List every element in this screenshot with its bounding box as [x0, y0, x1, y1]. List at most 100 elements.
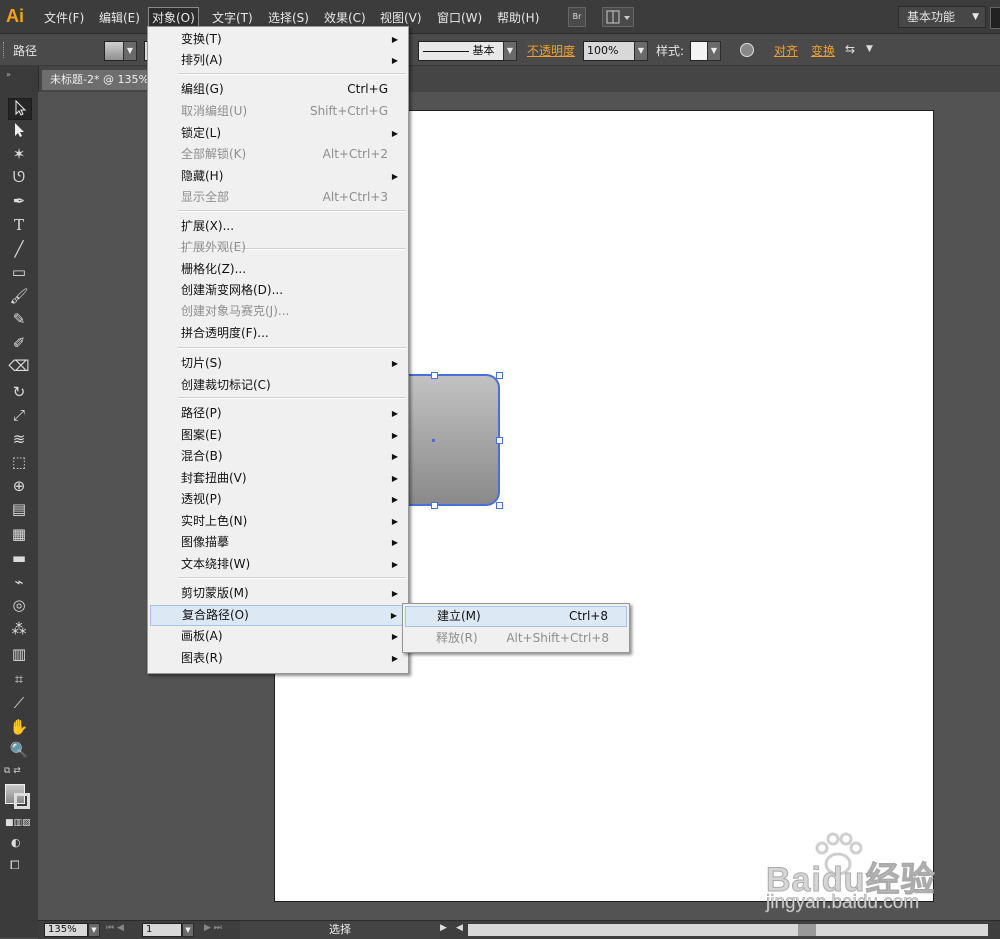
symbol-sprayer-tool-icon[interactable]: ⁂	[8, 619, 30, 639]
horizontal-scrollbar[interactable]	[468, 924, 988, 936]
menu-edit[interactable]: 编辑(E)	[96, 8, 143, 28]
rotate-tool-icon[interactable]: ↻	[8, 382, 30, 402]
object-menu-item[interactable]: 创建对象马赛克(J)...	[150, 301, 406, 322]
width-tool-icon[interactable]: ≋	[8, 429, 30, 449]
line-segment-tool-icon[interactable]: ╱	[8, 239, 30, 259]
magic-wand-tool-icon[interactable]: ✶	[8, 144, 30, 164]
object-menu-item[interactable]: 栅格化(Z)...	[150, 259, 406, 280]
menu-file[interactable]: 文件(F)	[41, 8, 87, 28]
graphic-style-swatch[interactable]	[690, 41, 708, 61]
gradient-tool-icon[interactable]: ▬	[8, 548, 30, 568]
menu-help[interactable]: 帮助(H)	[494, 8, 542, 28]
selection-handle[interactable]	[431, 502, 438, 509]
object-menu-item[interactable]: 切片(S) ▶	[150, 353, 406, 374]
object-menu-item[interactable]: 透视(P) ▶	[150, 489, 406, 510]
object-menu-item[interactable]: 取消编组(U) Shift+Ctrl+G	[150, 101, 406, 122]
type-tool-icon[interactable]: T	[8, 215, 30, 235]
screen-mode-icon[interactable]: ⧠	[10, 858, 20, 873]
object-menu-item[interactable]: 编组(G) Ctrl+G	[150, 79, 406, 100]
artboard-dropdown[interactable]: ▼	[182, 923, 194, 937]
object-menu-item[interactable]: 锁定(L) ▶	[150, 123, 406, 144]
selection-handle[interactable]	[431, 372, 438, 379]
object-menu-item[interactable]: 图像描摹 ▶	[150, 532, 406, 553]
selection-handle[interactable]	[496, 372, 503, 379]
scale-tool-icon[interactable]: ⤢	[8, 405, 30, 425]
mesh-tool-icon[interactable]: ▦	[8, 524, 30, 544]
stroke-color-swatch[interactable]	[14, 793, 30, 809]
selection-handle[interactable]	[496, 437, 503, 444]
color-mode-icons[interactable]: ■▥▨	[5, 818, 31, 828]
status-menu-arrow[interactable]: ▶	[440, 923, 447, 933]
paintbrush-tool-icon[interactable]: 🖌	[8, 286, 30, 306]
object-menu-item[interactable]: 封套扭曲(V) ▶	[150, 468, 406, 489]
graphic-style-dropdown[interactable]: ▼	[707, 41, 721, 61]
object-menu-item[interactable]: 图表(R) ▶	[150, 648, 406, 669]
arrange-documents-icon[interactable]	[602, 7, 634, 27]
isolate-selection-icon[interactable]: ⇆	[845, 42, 861, 58]
artboard-tool-icon[interactable]: ⌗	[8, 669, 30, 689]
stroke-profile-field[interactable]: 基本	[418, 41, 504, 61]
opacity-input[interactable]: 100%	[583, 41, 635, 61]
transform-link[interactable]: 变换	[811, 42, 835, 59]
selection-tool-icon[interactable]	[8, 98, 32, 120]
blob-brush-tool-icon[interactable]: ✐	[8, 333, 30, 353]
object-menu-item[interactable]: 剪切蒙版(M) ▶	[150, 583, 406, 604]
menu-window[interactable]: 窗口(W)	[434, 8, 485, 28]
release-compound-path-item[interactable]: 释放(R) Alt+Shift+Ctrl+8	[405, 628, 627, 649]
shape-builder-tool-icon[interactable]: ⊕	[8, 476, 30, 496]
column-graph-tool-icon[interactable]: ▥	[8, 644, 30, 664]
object-menu-item[interactable]: 拼合透明度(F)...	[150, 323, 406, 344]
direct-selection-tool-icon[interactable]	[8, 121, 30, 141]
horizontal-scrollbar-thumb[interactable]	[798, 924, 816, 936]
object-menu-item[interactable]: 排列(A) ▶	[150, 50, 406, 71]
object-menu-item[interactable]: 画板(A) ▶	[150, 626, 406, 647]
next-artboard-button[interactable]: ▶ ⏭	[204, 923, 222, 933]
perspective-grid-tool-icon[interactable]: ▤	[8, 499, 30, 519]
panel-menu-arrow[interactable]: ▼	[866, 44, 873, 54]
object-menu-item[interactable]: 文本绕排(W) ▶	[150, 554, 406, 575]
collapse-toolbox-icon[interactable]: »	[6, 70, 11, 79]
object-menu-item[interactable]: 创建渐变网格(D)...	[150, 280, 406, 301]
menu-effect[interactable]: 效果(C)	[321, 8, 369, 28]
artboard-number-field[interactable]: 1	[142, 923, 182, 937]
search-box-edge[interactable]	[990, 7, 1000, 29]
blend-tool-icon[interactable]: ◎	[8, 595, 30, 615]
zoom-level-field[interactable]: 135%	[44, 923, 88, 937]
workspace-switcher[interactable]: 基本功能 ▼	[898, 6, 986, 28]
object-menu-item[interactable]: 创建裁切标记(C)	[150, 375, 406, 396]
drawing-mode-icon[interactable]: ◐	[11, 836, 21, 849]
selection-handle[interactable]	[496, 502, 503, 509]
object-menu-item[interactable]: 显示全部 Alt+Ctrl+3	[150, 187, 406, 208]
eraser-tool-icon[interactable]: ⌫	[8, 356, 30, 376]
object-menu-item[interactable]: 混合(B) ▶	[150, 446, 406, 467]
pencil-tool-icon[interactable]: ✎	[8, 309, 30, 329]
align-link[interactable]: 对齐	[774, 42, 798, 59]
menu-type[interactable]: 文字(T)	[209, 8, 256, 28]
stroke-profile-dropdown[interactable]: ▼	[503, 41, 517, 61]
menu-select[interactable]: 选择(S)	[265, 8, 312, 28]
first-artboard-button[interactable]: ⏮ ◀	[106, 923, 124, 933]
object-menu-item[interactable]: 扩展外观(E)	[150, 237, 406, 258]
zoom-dropdown[interactable]: ▼	[88, 923, 100, 937]
make-compound-path-item[interactable]: 建立(M) Ctrl+8	[405, 606, 627, 627]
bridge-button[interactable]: Br	[568, 7, 586, 27]
fill-swatch[interactable]	[104, 41, 124, 61]
object-menu-item[interactable]: 路径(P) ▶	[150, 403, 406, 424]
object-menu-item[interactable]: 变换(T) ▶	[150, 29, 406, 50]
zoom-tool-icon[interactable]: 🔍	[8, 740, 30, 760]
object-menu-item[interactable]: 隐藏(H) ▶	[150, 166, 406, 187]
object-menu-item[interactable]: 全部解锁(K) Alt+Ctrl+2	[150, 144, 406, 165]
scroll-left-arrow[interactable]: ◀	[456, 923, 463, 933]
fill-dropdown-arrow[interactable]: ▼	[123, 41, 137, 61]
eyedropper-tool-icon[interactable]: ⌁	[8, 572, 30, 592]
rectangle-tool-icon[interactable]: ▭	[8, 262, 30, 282]
default-colors-icon[interactable]: ⧉ ⇄	[4, 766, 21, 776]
recolor-artwork-icon[interactable]	[740, 43, 754, 57]
menu-view[interactable]: 视图(V)	[377, 8, 425, 28]
lasso-tool-icon[interactable]: ᘎ	[8, 167, 30, 187]
object-menu-item[interactable]: 复合路径(O) ▶	[150, 605, 406, 626]
slice-tool-icon[interactable]: ⟋	[8, 693, 30, 713]
hand-tool-icon[interactable]: ✋	[8, 717, 30, 737]
pen-tool-icon[interactable]: ✒	[8, 191, 30, 211]
opacity-dropdown[interactable]: ▼	[634, 41, 648, 61]
